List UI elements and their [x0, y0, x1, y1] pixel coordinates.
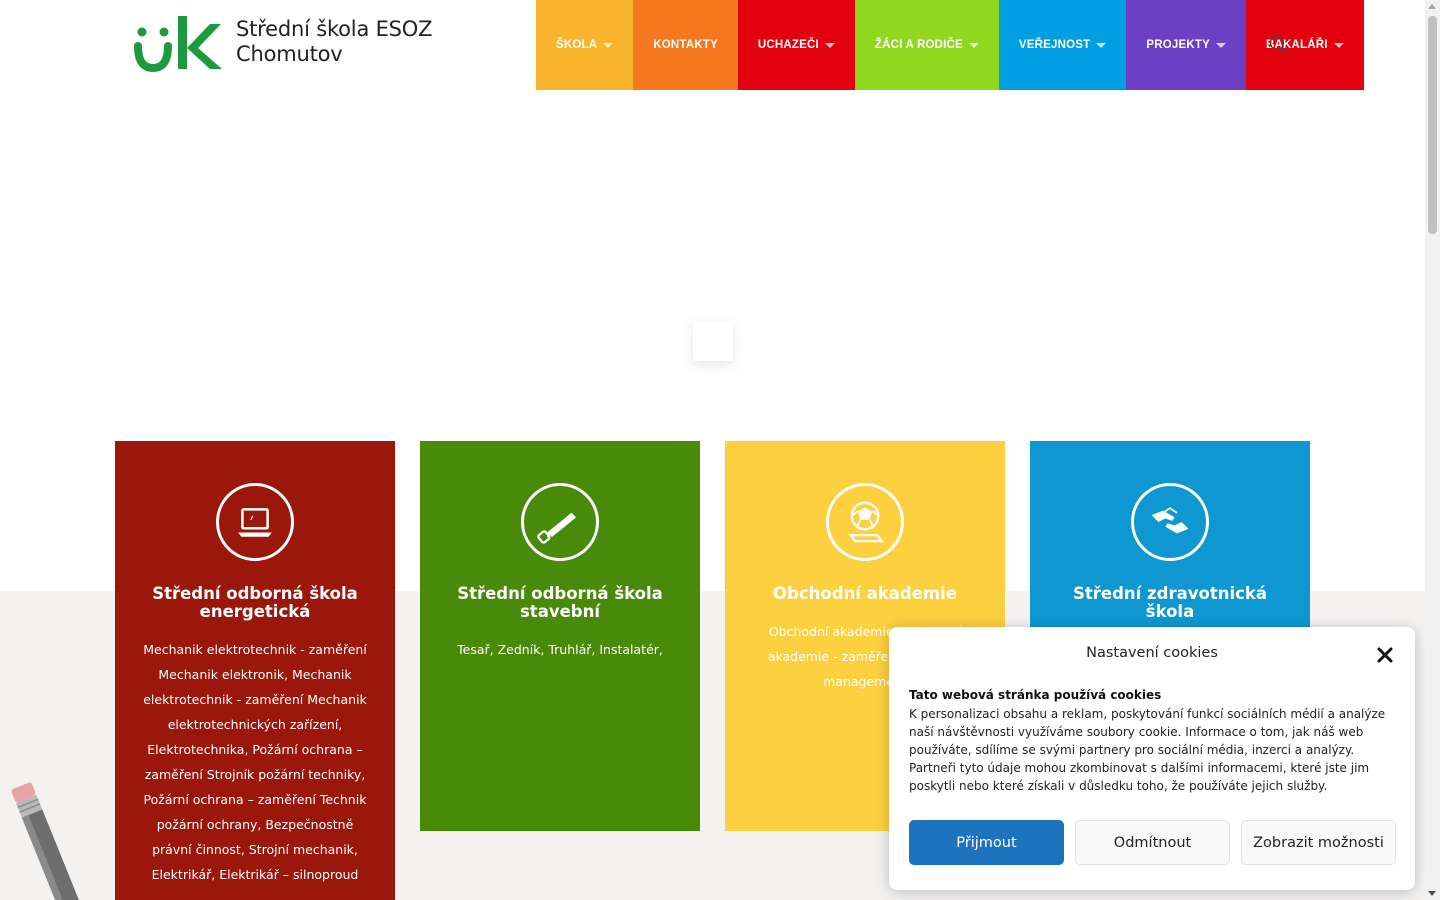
nav-item-label: ŽÁCI A RODIČE — [874, 39, 963, 51]
nav-item-label: KONTAKTY — [653, 39, 718, 51]
card-stavebni[interactable]: Střední odborná škola stavební Tesař, Ze… — [420, 441, 700, 831]
card-icon-circle — [826, 483, 904, 561]
site-logo[interactable]: Střední škola ESOZ Chomutov — [134, 12, 433, 72]
cookie-preferences-button[interactable]: Zobrazit možnosti — [1241, 820, 1396, 865]
nav-item-škola[interactable]: ŠKOLA — [536, 0, 634, 90]
deny-cookies-button[interactable]: Odmítnout — [1075, 820, 1230, 865]
nav-item-kontakty[interactable]: KONTAKTY — [633, 0, 738, 90]
card-zdravotnicka[interactable]: Střední zdravotnická škola — [1030, 441, 1310, 641]
caret-down-icon — [824, 42, 835, 48]
caret-down-icon — [603, 42, 614, 48]
site-name-line1: Střední škola ESOZ — [236, 17, 433, 41]
caret-down-icon — [1215, 42, 1226, 48]
caret-down-icon — [1096, 42, 1107, 48]
caret-down-icon — [968, 42, 979, 48]
cookie-text: K personalizaci obsahu a reklam, poskyto… — [909, 707, 1386, 793]
card-icon-circle — [521, 483, 599, 561]
card-text: Tesař, Zedník, Truhlář, Instalatér, — [457, 642, 663, 657]
scroll-down-arrow-icon[interactable] — [1428, 891, 1436, 896]
close-icon[interactable] — [1375, 645, 1395, 665]
nav-item-veřejnost[interactable]: VEŘEJNOST — [998, 0, 1127, 90]
slider-loader — [693, 321, 733, 361]
logo-mark-icon — [134, 16, 222, 72]
nav-item-label: PROJEKTY — [1146, 39, 1210, 51]
nav-item-label: UCHAZEČI — [757, 39, 819, 51]
card-title: Střední zdravotnická škola — [1072, 584, 1267, 621]
nav-item-label: VEŘEJNOST — [1018, 39, 1091, 51]
card-icon-circle — [1131, 483, 1209, 561]
cookie-heading: Tato webová stránka používá cookies — [909, 688, 1162, 702]
nav-item-label: ŠKOLA — [556, 39, 598, 51]
site-name: Střední škola ESOZ Chomutov — [236, 17, 433, 67]
scroll-up-arrow-icon[interactable] — [1428, 4, 1436, 9]
accept-cookies-button[interactable]: Přijmout — [909, 820, 1064, 865]
card-energeticka[interactable]: Střední odborná škola energetická Mechan… — [115, 441, 395, 900]
nav-item-uchazeči[interactable]: UCHAZEČI — [737, 0, 855, 90]
card-text: Mechanik elektrotechnik - zaměření Mecha… — [143, 642, 367, 882]
nav-item-projekty[interactable]: PROJEKTY — [1126, 0, 1246, 90]
helping-hands-icon — [1151, 507, 1189, 534]
card-title: Obchodní akademie — [773, 584, 957, 603]
card-icon-circle — [216, 483, 294, 561]
search-icon[interactable] — [1268, 34, 1290, 56]
cookie-dialog: Nastavení cookies Tato webová stránka po… — [889, 627, 1415, 890]
laptop-icon — [238, 508, 272, 537]
card-title: Střední odborná škola energetická — [152, 584, 358, 621]
saw-icon — [537, 512, 577, 544]
caret-down-icon — [1333, 42, 1344, 48]
page-scrollbar[interactable] — [1425, 0, 1440, 900]
nav-item-bakaláři[interactable]: BAKALÁŘI — [1245, 0, 1364, 90]
pencil-illustration — [11, 782, 84, 900]
card-title: Střední odborná škola stavební — [457, 584, 663, 621]
site-header: Střední škola ESOZ Chomutov ŠKOLA KONTAKT… — [0, 0, 1425, 90]
globe-laptop-icon — [848, 501, 885, 543]
main-nav: ŠKOLA KONTAKTY UCHAZEČI ŽÁCI A RODIČE VEŘEJN… — [536, 0, 1364, 90]
nav-item-žáci-a-rodiče[interactable]: ŽÁCI A RODIČE — [854, 0, 999, 90]
scrollbar-thumb[interactable] — [1428, 16, 1437, 234]
site-name-line2: Chomutov — [236, 42, 343, 66]
cookie-dialog-title: Nastavení cookies — [1086, 645, 1218, 661]
